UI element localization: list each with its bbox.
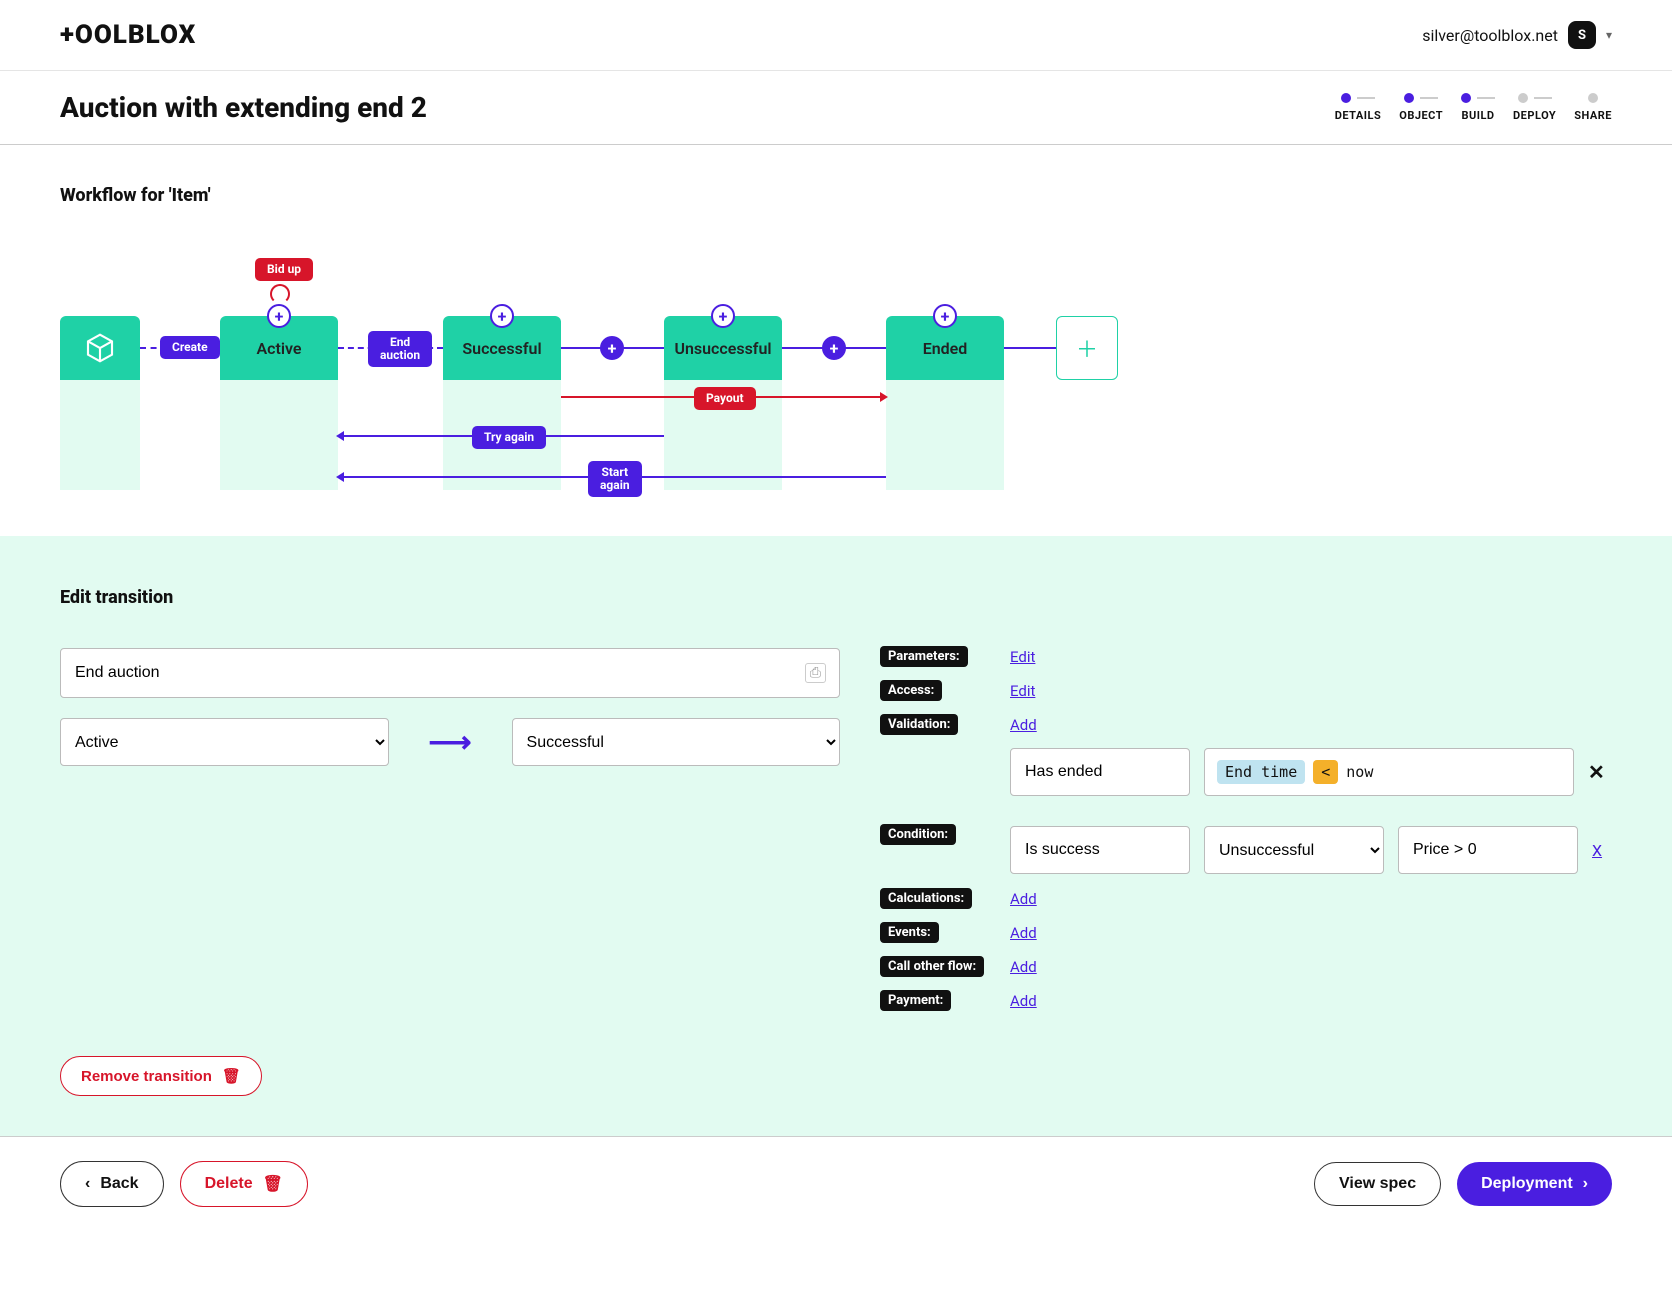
chevron-right-icon: › [1583,1175,1588,1193]
add-state-button[interactable]: ＋ [1056,316,1118,380]
package-icon [84,332,116,364]
trash-icon: 🗑 [222,1067,241,1085]
label-condition: Condition: [880,824,956,845]
chevron-down-icon: ▾ [1606,28,1612,42]
view-spec-button[interactable]: View spec [1314,1162,1441,1206]
input-suffix-icon: ⎙ [805,663,826,683]
workflow-canvas: Create Active + Bid up End auction Succe… [60,236,1612,496]
calculations-add[interactable]: Add [1010,890,1037,908]
add-state-2[interactable]: + [822,336,846,360]
user-menu[interactable]: silver@toolblox.net S ▾ [1422,21,1612,49]
condition-name-input[interactable] [1010,826,1190,874]
arrow-right-icon: ⟶ [409,725,492,760]
loop-icon [270,284,290,304]
expr-token-op: < [1313,760,1338,784]
label-calculations: Calculations: [880,888,972,909]
label-events: Events: [880,922,939,943]
remove-transition-button[interactable]: Remove transition 🗑 [60,1056,262,1096]
delete-button[interactable]: Delete 🗑 [180,1161,308,1207]
transition-payout[interactable]: Payout [694,387,756,410]
access-edit[interactable]: Edit [1010,682,1035,700]
condition-remove[interactable]: X [1592,841,1602,860]
add-transition-unsuccessful[interactable]: + [711,304,735,328]
trash-icon: 🗑 [263,1174,283,1194]
to-state-select[interactable]: Successful [512,718,841,766]
expr-token-value: now [1346,763,1373,781]
workflow-title: Workflow for 'Item' [60,185,1612,206]
add-transition-successful[interactable]: + [490,304,514,328]
condition-target-select[interactable]: Unsuccessful [1204,826,1384,874]
add-state-1[interactable]: + [600,336,624,360]
events-add[interactable]: Add [1010,924,1037,942]
payment-add[interactable]: Add [1010,992,1037,1010]
validation-add[interactable]: Add [1010,716,1037,734]
transition-try-again[interactable]: Try again [472,426,546,449]
validation-expr[interactable]: End time < now [1204,748,1574,796]
expr-token-field: End time [1217,760,1305,784]
transition-start-again[interactable]: Start again [588,461,642,497]
step-object[interactable]: OBJECT [1399,93,1443,122]
transition-bidup[interactable]: Bid up [255,258,313,281]
start-node[interactable] [60,316,140,380]
transition-create[interactable]: Create [160,336,220,359]
label-call-other: Call other flow: [880,956,984,977]
add-transition-ended[interactable]: + [933,304,957,328]
page-title: Auction with extending end 2 [60,91,427,124]
step-build[interactable]: BUILD [1461,93,1495,122]
condition-expr-input[interactable] [1398,826,1578,874]
validation-remove[interactable]: ✕ [1588,760,1605,784]
label-validation: Validation: [880,714,958,735]
back-button[interactable]: ‹ Back [60,1161,164,1207]
brand-logo[interactable]: +OOLBLOX [60,20,196,50]
step-details[interactable]: DETAILS [1335,93,1382,122]
label-access: Access: [880,680,942,701]
parameters-edit[interactable]: Edit [1010,648,1035,666]
add-transition-active[interactable]: + [267,304,291,328]
label-parameters: Parameters: [880,646,968,667]
step-share[interactable]: SHARE [1574,93,1612,122]
step-deploy[interactable]: DEPLOY [1513,93,1556,122]
from-state-select[interactable]: Active [60,718,389,766]
deployment-button[interactable]: Deployment › [1457,1162,1612,1206]
stepper: DETAILS OBJECT BUILD DEPLOY SHARE [1335,93,1612,122]
edit-title: Edit transition [60,587,1612,608]
validation-name-input[interactable] [1010,748,1190,796]
chevron-left-icon: ‹ [85,1175,90,1193]
user-email: silver@toolblox.net [1422,26,1558,45]
call-other-add[interactable]: Add [1010,958,1037,976]
transition-name-input[interactable] [60,648,840,698]
transition-end-auction[interactable]: End auction [368,331,432,367]
label-payment: Payment: [880,990,951,1011]
avatar: S [1568,21,1596,49]
